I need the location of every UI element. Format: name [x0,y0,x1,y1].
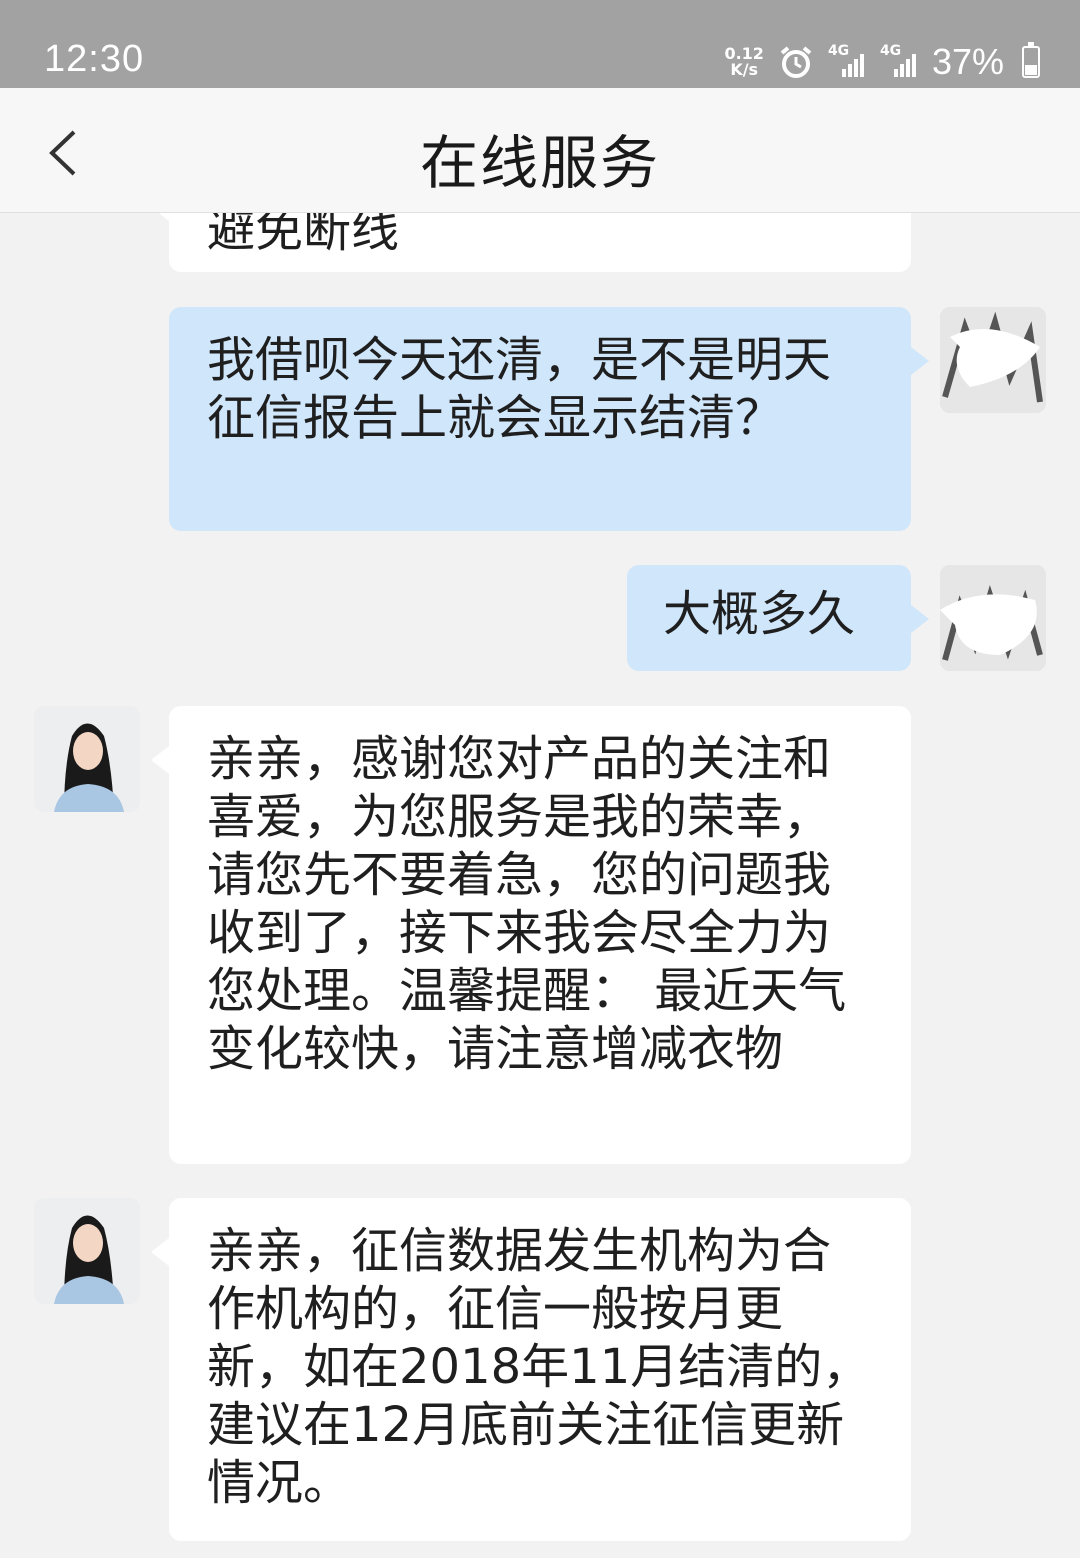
alarm-icon [780,46,812,78]
battery-icon [1022,42,1040,78]
chat-area[interactable]: 避免断线 我借呗今天还清，是不是明天征信报告上就会显示结清？ 大概多久 亲亲，感 [0,213,1080,1558]
message-text: 大概多久 [663,586,856,642]
battery-percent: 37% [931,41,1004,82]
status-time: 12:30 [44,38,145,80]
message-bubble-agent: 避免断线 [151,213,911,272]
network-speed: 0.12 K/s [724,46,763,78]
user-avatar[interactable] [940,565,1046,671]
agent-avatar[interactable] [34,1198,140,1304]
message-text: 避免断线 [207,213,400,258]
message-bubble-agent: 亲亲，征信数据发生机构为合作机构的，征信一般按月更新，如在2018年11月结清的… [151,1198,911,1541]
signal-icon-2: 4G [880,43,918,79]
message-text: 亲亲，征信数据发生机构为合作机构的，征信一般按月更新，如在2018年11月结清的… [207,1223,871,1511]
message-text: 我借呗今天还清，是不是明天征信报告上就会显示结清？ [207,332,832,446]
agent-avatar[interactable] [34,706,140,812]
header: 在线服务 [0,88,1080,213]
message-bubble-user: 大概多久 [627,565,929,671]
user-avatar[interactable] [940,307,1046,413]
message-text: 亲亲，感谢您对产品的关注和喜爱，为您服务是我的荣幸，请您先不要着急，您的问题我收… [207,731,847,1077]
signal-icon-1: 4G [828,43,866,79]
network-speed-unit: K/s [730,60,759,79]
status-icons: 0.12 K/s 4G 4G 37% [724,40,1040,84]
message-bubble-user: 我借呗今天还清，是不是明天征信报告上就会显示结清？ [169,307,929,531]
page-title: 在线服务 [419,129,660,197]
status-bar: 12:30 0.12 K/s 4G 4G 37% [0,0,1080,88]
message-bubble-agent: 亲亲，感谢您对产品的关注和喜爱，为您服务是我的荣幸，请您先不要着急，您的问题我收… [151,706,911,1164]
